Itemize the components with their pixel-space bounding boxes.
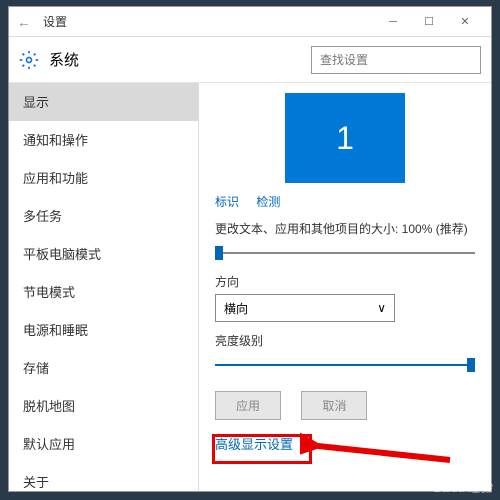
sidebar-item-power[interactable]: 电源和睡眠 [9, 311, 198, 349]
sidebar-item-tablet[interactable]: 平板电脑模式 [9, 235, 198, 273]
sidebar-item-label: 通知和操作 [23, 130, 88, 149]
orientation-value: 横向 [224, 300, 248, 317]
detect-link[interactable]: 检测 [256, 195, 280, 209]
titlebar: ← 设置 ─ ☐ ✕ [9, 7, 491, 37]
sidebar-item-about[interactable]: 关于 [9, 463, 198, 491]
settings-window: ← 设置 ─ ☐ ✕ 系统 显示 通知和操作 应用和功能 多任务 平板电脑模式 … [8, 6, 492, 492]
scale-label: 更改文本、应用和其他项目的大小: 100% (推荐) [215, 220, 475, 237]
sidebar-item-multitask[interactable]: 多任务 [9, 197, 198, 235]
sidebar: 显示 通知和操作 应用和功能 多任务 平板电脑模式 节电模式 电源和睡眠 存储 … [9, 83, 199, 491]
back-button[interactable]: ← [17, 14, 39, 30]
monitor-number: 1 [336, 120, 354, 157]
gear-icon [19, 50, 39, 70]
sidebar-item-label: 应用和功能 [23, 168, 88, 187]
window-title: 设置 [43, 13, 67, 30]
sidebar-item-label: 显示 [23, 92, 49, 111]
sidebar-item-battery[interactable]: 节电模式 [9, 273, 198, 311]
sidebar-item-label: 关于 [23, 472, 49, 491]
sidebar-item-label: 平板电脑模式 [23, 244, 101, 263]
apply-button[interactable]: 应用 [215, 391, 281, 420]
sidebar-item-storage[interactable]: 存储 [9, 349, 198, 387]
minimize-button[interactable]: ─ [375, 7, 411, 37]
header: 系统 [9, 37, 491, 83]
maximize-button[interactable]: ☐ [411, 7, 447, 37]
sidebar-item-label: 默认应用 [23, 434, 75, 453]
sidebar-item-display[interactable]: 显示 [9, 83, 198, 121]
sidebar-item-label: 多任务 [23, 206, 62, 225]
cancel-button[interactable]: 取消 [301, 391, 367, 420]
sidebar-item-apps[interactable]: 应用和功能 [9, 159, 198, 197]
main-panel: 1 标识 检测 更改文本、应用和其他项目的大小: 100% (推荐) 方向 横向… [199, 83, 491, 491]
sidebar-item-label: 存储 [23, 358, 49, 377]
monitor-preview[interactable]: 1 [285, 93, 405, 183]
identify-link[interactable]: 标识 [215, 195, 239, 209]
sidebar-item-label: 节电模式 [23, 282, 75, 301]
orientation-select[interactable]: 横向 ∨ [215, 294, 395, 322]
sidebar-item-maps[interactable]: 脱机地图 [9, 387, 198, 425]
brightness-slider[interactable] [215, 355, 475, 375]
page-title: 系统 [49, 49, 311, 70]
scale-slider[interactable] [215, 243, 475, 263]
sidebar-item-notifications[interactable]: 通知和操作 [9, 121, 198, 159]
close-button[interactable]: ✕ [447, 7, 483, 37]
sidebar-item-label: 脱机地图 [23, 396, 75, 415]
content: 显示 通知和操作 应用和功能 多任务 平板电脑模式 节电模式 电源和睡眠 存储 … [9, 83, 491, 491]
sidebar-item-label: 电源和睡眠 [23, 320, 88, 339]
brightness-label: 亮度级别 [215, 332, 475, 349]
search-input[interactable] [311, 46, 481, 74]
chevron-down-icon: ∨ [377, 301, 386, 315]
sidebar-item-default-apps[interactable]: 默认应用 [9, 425, 198, 463]
advanced-display-link[interactable]: 高级显示设置 [215, 434, 293, 453]
orientation-label: 方向 [215, 273, 475, 290]
